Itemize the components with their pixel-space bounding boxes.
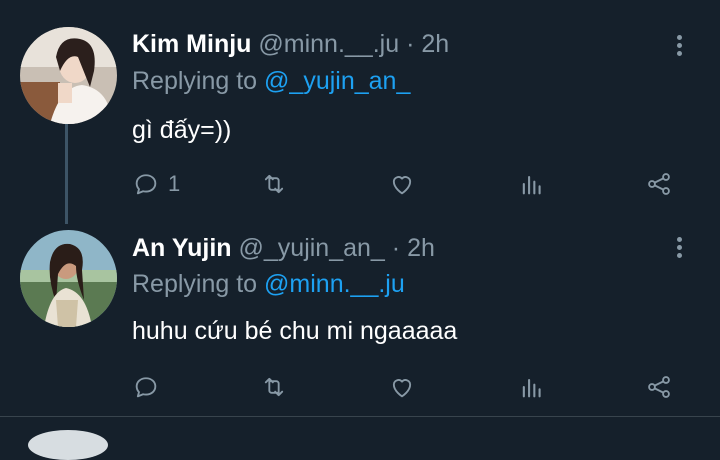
replying-prefix: Replying to	[132, 67, 258, 95]
more-options-icon[interactable]	[672, 32, 688, 60]
avatar-photo	[20, 230, 117, 327]
timestamp[interactable]: 2h	[421, 30, 449, 58]
like-button[interactable]	[388, 371, 416, 403]
analytics-icon	[522, 378, 541, 398]
avatar[interactable]	[20, 230, 117, 327]
retweet-button[interactable]	[260, 371, 288, 403]
display-name[interactable]: An Yujin	[132, 234, 232, 262]
reply-button[interactable]	[132, 371, 168, 403]
retweet-icon	[264, 377, 284, 397]
share-button[interactable]	[645, 168, 673, 200]
reply-icon	[135, 377, 157, 398]
divider	[0, 416, 720, 417]
analytics-button[interactable]	[518, 168, 546, 200]
action-bar: 1	[0, 164, 720, 204]
next-tweet-avatar[interactable]	[28, 430, 108, 460]
tweet-text: gì đấy=))	[132, 116, 232, 144]
timestamp[interactable]: 2h	[407, 234, 435, 262]
analytics-icon	[522, 175, 541, 195]
avatar-photo	[20, 27, 117, 124]
replying-to: Replying to @minn.__.ju	[132, 269, 405, 299]
analytics-button[interactable]	[518, 371, 546, 403]
display-name[interactable]: Kim Minju	[132, 30, 251, 58]
more-options-icon[interactable]	[672, 234, 688, 262]
like-button[interactable]	[388, 168, 416, 200]
reply-icon	[135, 174, 157, 195]
user-handle[interactable]: @minn.__.ju	[258, 30, 399, 58]
like-icon	[392, 379, 412, 398]
avatar[interactable]	[20, 27, 117, 124]
user-handle[interactable]: @_yujin_an_	[239, 234, 385, 262]
separator: ·	[391, 234, 401, 262]
tweet-header: An Yujin @_yujin_an_ · 2h	[132, 233, 435, 263]
tweet[interactable]: Kim Minju @minn.__.ju · 2h Replying to @…	[0, 0, 720, 224]
share-icon	[648, 376, 670, 398]
retweet-button[interactable]	[260, 168, 288, 200]
reply-button[interactable]: 1	[132, 168, 180, 200]
mention-link[interactable]: @_yujin_an_	[264, 67, 410, 95]
retweet-icon	[264, 174, 284, 194]
share-button[interactable]	[645, 371, 673, 403]
mention-link[interactable]: @minn.__.ju	[264, 270, 405, 298]
replying-to: Replying to @_yujin_an_	[132, 66, 410, 96]
tweet-header: Kim Minju @minn.__.ju · 2h	[132, 29, 449, 59]
like-icon	[392, 176, 412, 195]
separator: ·	[406, 30, 415, 58]
reply-count: 1	[168, 171, 181, 196]
tweet[interactable]: An Yujin @_yujin_an_ · 2h Replying to @m…	[0, 209, 720, 417]
share-icon	[648, 173, 670, 195]
action-bar	[0, 367, 720, 407]
replying-prefix: Replying to	[132, 270, 258, 298]
tweet-text: huhu cứu bé chu mi ngaaaaa	[132, 317, 458, 345]
